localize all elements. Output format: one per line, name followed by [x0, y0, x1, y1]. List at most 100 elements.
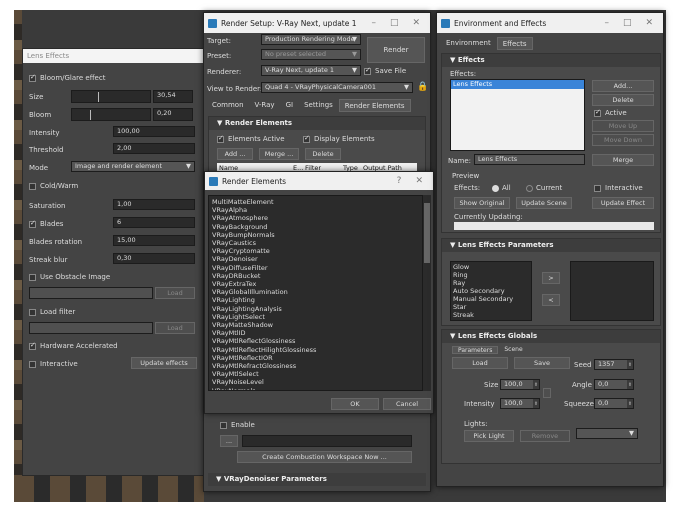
spinner-icon[interactable]: ⬍: [627, 380, 633, 389]
help-icon[interactable]: ?: [397, 176, 402, 186]
close-icon[interactable]: ✕: [412, 18, 420, 28]
delete-effect-button[interactable]: Delete: [592, 94, 654, 106]
effects-list[interactable]: Lens Effects: [450, 79, 585, 151]
render-element-item[interactable]: VRayAlpha: [212, 206, 419, 214]
render-element-item[interactable]: VRayMatteShadow: [212, 321, 419, 329]
interactive-row[interactable]: Interactive: [29, 360, 78, 368]
render-element-item[interactable]: VRayMtlReflectGlossiness: [212, 337, 419, 345]
lens-effects-list[interactable]: Glow Ring Ray Auto Secondary Manual Secondar…: [450, 261, 532, 321]
angle-input[interactable]: 0,0 ⬍: [594, 379, 634, 390]
lights-dropdown[interactable]: ▼: [576, 428, 638, 439]
blades-checkbox[interactable]: [29, 219, 36, 228]
lock-toggle[interactable]: [543, 388, 551, 398]
render-element-item[interactable]: VRayDenoiser: [212, 255, 419, 263]
tab-scene[interactable]: Scene: [499, 346, 527, 354]
blades-row[interactable]: Blades: [29, 219, 63, 228]
all-radio[interactable]: [492, 184, 499, 192]
load-button[interactable]: Load: [452, 357, 508, 369]
render-element-item[interactable]: VRayAtmosphere: [212, 214, 419, 222]
save-file-checkbox[interactable]: [364, 66, 371, 75]
scrollbar-thumb[interactable]: [424, 203, 430, 263]
browse-button[interactable]: ...: [220, 435, 238, 447]
tab-effects[interactable]: Effects: [496, 37, 533, 50]
cold-warm-checkbox[interactable]: [29, 182, 36, 190]
merge-effect-button[interactable]: Merge: [592, 154, 654, 166]
lens-effect-item[interactable]: Glow: [453, 263, 529, 271]
enable-row[interactable]: Enable: [220, 421, 255, 429]
delete-element-button[interactable]: Delete: [305, 148, 341, 160]
display-elements-checkbox[interactable]: [303, 134, 310, 143]
size-value[interactable]: 30,54: [153, 90, 193, 103]
size-input[interactable]: 100,0 ⬍: [500, 379, 540, 390]
tab-parameters[interactable]: Parameters: [452, 346, 499, 354]
bloom-checkbox-row[interactable]: Bloom/Glare effect: [29, 73, 105, 82]
streak-blur-input[interactable]: 0,30: [113, 253, 195, 264]
update-scene-button[interactable]: Update Scene: [516, 197, 572, 209]
render-element-item[interactable]: VRayNormals: [212, 387, 419, 390]
tab-vray[interactable]: V-Ray: [250, 99, 280, 112]
tab-common[interactable]: Common: [207, 99, 249, 112]
seed-input[interactable]: 1357 ⬍: [594, 359, 634, 370]
obstacle-path-field[interactable]: [29, 287, 153, 299]
cold-warm-row[interactable]: Cold/Warm: [29, 182, 78, 190]
denoiser-header[interactable]: ▼ VRayDenoiser Parameters: [208, 473, 426, 486]
lens-effect-item[interactable]: Streak: [453, 311, 529, 319]
save-file-row[interactable]: Save File: [364, 66, 406, 75]
spinner-icon[interactable]: ⬍: [627, 399, 633, 408]
tab-environment[interactable]: Environment: [441, 37, 496, 50]
load-filter-checkbox[interactable]: [29, 308, 36, 316]
tab-gi[interactable]: GI: [281, 99, 299, 112]
render-element-item[interactable]: VRayMtlID: [212, 329, 419, 337]
lens-params-header[interactable]: ▼ Lens Effects Parameters: [442, 239, 660, 252]
use-obstacle-checkbox[interactable]: [29, 273, 36, 281]
render-element-item[interactable]: VRayGlobalIllumination: [212, 288, 419, 296]
maximize-icon[interactable]: □: [390, 18, 399, 28]
renderer-select[interactable]: V-Ray Next, update 1 ▼: [261, 65, 361, 76]
combustion-path-field[interactable]: [242, 435, 412, 447]
lock-icon[interactable]: 🔒: [417, 82, 428, 92]
lens-effect-item[interactable]: Auto Secondary: [453, 287, 529, 295]
filter-path-field[interactable]: [29, 322, 153, 334]
saturation-input[interactable]: 1,00: [113, 199, 195, 210]
render-element-item[interactable]: VRayDiffuseFilter: [212, 264, 419, 272]
elements-list-scrollbar[interactable]: [423, 195, 431, 391]
interactive-row[interactable]: Interactive: [594, 184, 643, 192]
interactive-checkbox[interactable]: [29, 360, 36, 368]
render-element-item[interactable]: VRayNoiseLevel: [212, 378, 419, 386]
render-element-item[interactable]: VRayLightingAnalysis: [212, 305, 419, 313]
load-obstacle-button[interactable]: Load: [155, 287, 195, 299]
render-element-item[interactable]: VRayCryptomatte: [212, 247, 419, 255]
remove-light-button[interactable]: Remove: [520, 430, 570, 442]
render-element-item[interactable]: VRayCaustics: [212, 239, 419, 247]
current-radio[interactable]: [526, 184, 533, 192]
render-element-item[interactable]: VRayMtlSelect: [212, 370, 419, 378]
tab-settings[interactable]: Settings: [299, 99, 338, 112]
preset-select[interactable]: No preset selected ▼: [261, 49, 361, 60]
load-filter-button[interactable]: Load: [155, 322, 195, 334]
enable-checkbox[interactable]: [220, 421, 227, 429]
elements-active-checkbox[interactable]: [217, 134, 224, 143]
active-checkbox[interactable]: [594, 108, 601, 117]
render-element-item[interactable]: VRayMtlRefractGlossiness: [212, 362, 419, 370]
create-combustion-button[interactable]: Create Combustion Workspace Now ...: [237, 451, 412, 463]
move-up-button[interactable]: Move Up: [592, 120, 654, 132]
close-icon[interactable]: ✕: [415, 176, 423, 186]
hardware-checkbox[interactable]: [29, 341, 36, 350]
move-down-button[interactable]: Move Down: [592, 134, 654, 146]
spinner-icon[interactable]: ⬍: [533, 380, 539, 389]
bloom-checkbox[interactable]: [29, 73, 36, 82]
update-effect-button[interactable]: Update Effect: [592, 197, 654, 209]
render-element-item[interactable]: VRayBackground: [212, 223, 419, 231]
lens-effect-item[interactable]: Ring: [453, 271, 529, 279]
intensity-input[interactable]: 100,0 ⬍: [500, 398, 540, 409]
intensity-input[interactable]: 100,00: [113, 126, 195, 137]
lens-effect-item[interactable]: Ray: [453, 279, 529, 287]
size-curve[interactable]: [71, 90, 151, 103]
render-element-item[interactable]: VRayLighting: [212, 296, 419, 304]
spinner-icon[interactable]: ⬍: [533, 399, 539, 408]
effects-header[interactable]: ▼ Effects: [442, 54, 660, 67]
bloom-curve[interactable]: [71, 108, 151, 121]
elements-active-row[interactable]: Elements Active: [217, 134, 285, 143]
render-element-item[interactable]: VRayMtlReflectHilightGlossiness: [212, 346, 419, 354]
save-button[interactable]: Save: [514, 357, 570, 369]
